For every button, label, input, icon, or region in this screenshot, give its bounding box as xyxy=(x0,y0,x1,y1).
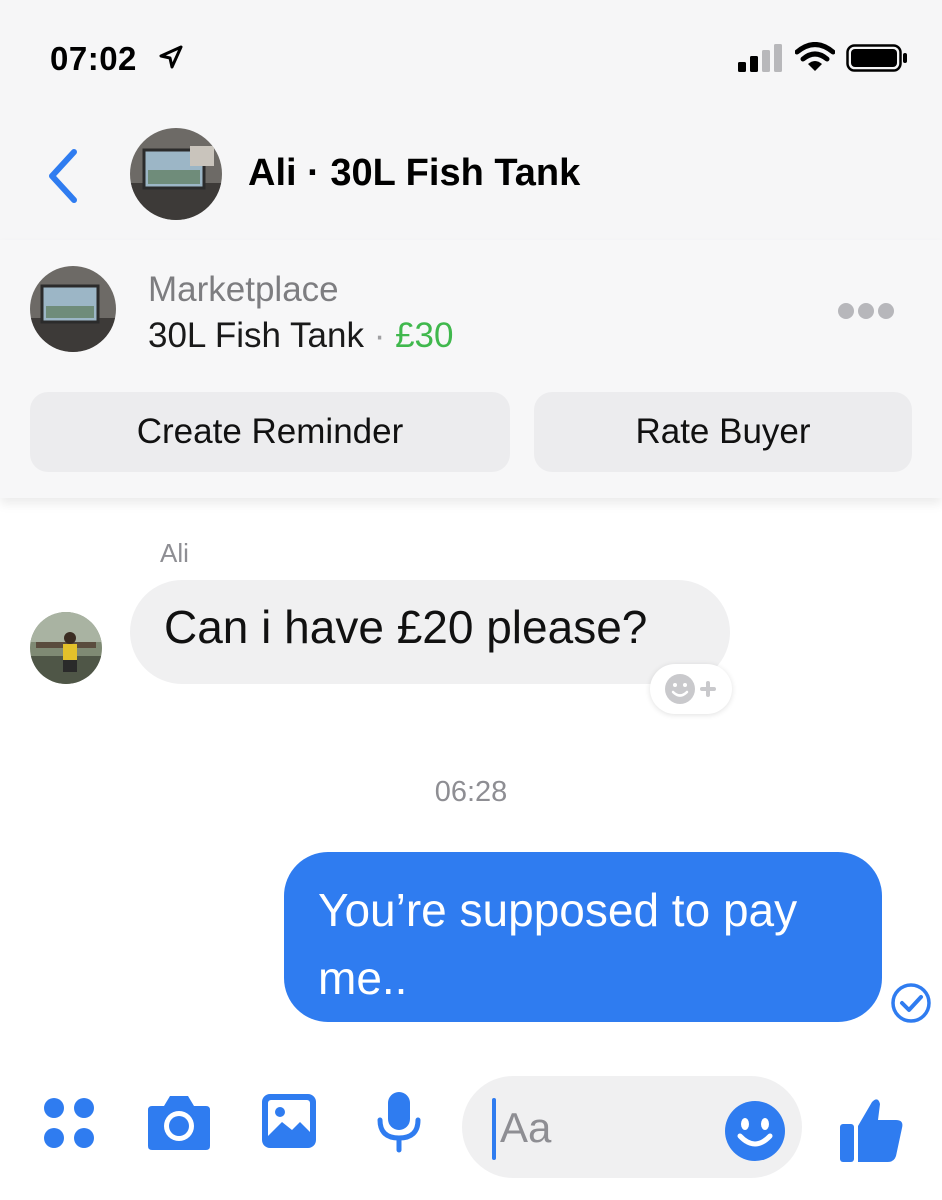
status-time: 07:02 xyxy=(50,40,137,77)
marketplace-label: Marketplace xyxy=(148,270,339,309)
camera-icon[interactable] xyxy=(146,1092,212,1152)
profile-photo xyxy=(30,612,102,684)
add-reaction-icon xyxy=(665,674,716,704)
microphone-icon[interactable] xyxy=(376,1090,422,1154)
message-timestamp: 06:28 xyxy=(434,776,508,808)
chevron-left-icon[interactable] xyxy=(42,146,82,206)
conversation-title[interactable]: Ali · 30L Fish Tank xyxy=(248,152,580,195)
create-reminder-button[interactable]: Create Reminder xyxy=(30,392,510,472)
separator-dot: · xyxy=(373,316,386,355)
message-input-placeholder: Aa xyxy=(500,1104,552,1151)
add-reaction-button[interactable] xyxy=(650,664,732,714)
more-dots-icon[interactable] xyxy=(836,300,896,322)
listing-avatar[interactable] xyxy=(130,128,222,220)
listing-thumbnail[interactable] xyxy=(30,266,116,352)
emoji-icon[interactable] xyxy=(724,1100,786,1162)
listing-price: £30 xyxy=(395,316,454,355)
listing-summary[interactable]: 30L Fish Tank · £30 xyxy=(148,316,454,356)
signal-bars-icon xyxy=(738,44,782,72)
menu-dots-icon[interactable] xyxy=(42,1096,96,1150)
location-arrow-icon xyxy=(159,45,183,69)
wifi-icon xyxy=(795,42,835,71)
sender-name: Ali xyxy=(160,538,189,568)
outgoing-message[interactable]: You’re supposed to pay me.. xyxy=(284,852,882,1022)
fish-tank-photo xyxy=(130,128,222,220)
fish-tank-photo xyxy=(30,266,116,352)
thumbs-up-icon[interactable] xyxy=(838,1096,904,1164)
listing-title: 30L Fish Tank xyxy=(148,316,364,355)
photo-icon[interactable] xyxy=(260,1092,318,1150)
text-caret xyxy=(492,1098,496,1160)
sent-check-icon xyxy=(891,983,931,1023)
rate-buyer-button[interactable]: Rate Buyer xyxy=(534,392,912,472)
avatar[interactable] xyxy=(30,612,102,684)
battery-icon xyxy=(846,44,907,72)
incoming-message[interactable]: Can i have £20 please? xyxy=(130,580,730,684)
